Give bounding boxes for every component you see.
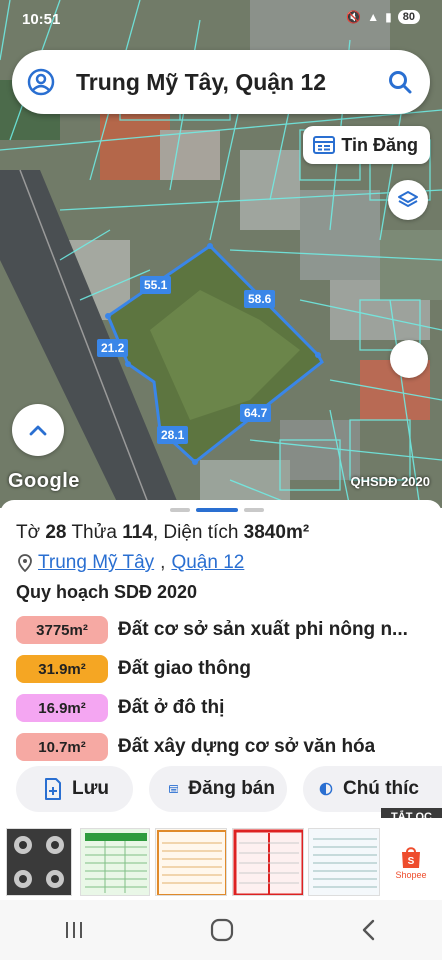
listings-button[interactable]: Tin Đăng	[303, 126, 430, 164]
listing-icon	[313, 136, 336, 154]
dimension-label: 58.6	[244, 290, 276, 308]
area-badge: 3775m²	[16, 616, 108, 644]
page-dot	[244, 508, 264, 512]
dimension-label: 28.1	[157, 426, 189, 444]
plot-number: 114	[122, 522, 153, 543]
map-control-button[interactable]	[390, 340, 428, 378]
search-icon[interactable]	[370, 50, 430, 114]
shopee-bag-icon: S	[402, 847, 420, 868]
recent-apps-icon[interactable]	[62, 919, 86, 941]
ward-link[interactable]: Trung Mỹ Tây	[38, 552, 154, 574]
page-dot-active	[196, 508, 238, 512]
shopee-label: Shopee	[395, 870, 427, 880]
svg-text:S: S	[408, 856, 415, 867]
save-button[interactable]: Lưu	[16, 766, 133, 812]
ad-image-spreadsheet[interactable]	[308, 828, 380, 896]
post-for-sale-label: Đăng bán	[188, 778, 275, 799]
parcel-info-sheet: Tờ 28 Thửa 114, Diện tích 3840m² Trung M…	[0, 500, 442, 818]
map-layer-label: QHSDĐ 2020	[350, 474, 430, 489]
plot-label: Thửa	[71, 522, 117, 543]
location-pin-icon	[18, 554, 32, 572]
sheet-number: 28	[45, 522, 67, 543]
list-item: 10.7m² Đất xây dựng cơ sở văn hóa	[16, 731, 442, 763]
ad-image-eyes[interactable]	[6, 828, 72, 896]
land-use-label: Đất giao thông	[118, 658, 251, 679]
ad-strip: S Shopee	[0, 818, 442, 900]
signal-icon: ▮	[385, 10, 392, 24]
ad-image-table[interactable]	[80, 828, 150, 896]
mute-icon: 🔇	[346, 10, 362, 24]
dimension-label: 21.2	[97, 339, 129, 357]
wifi-icon: ▲	[367, 10, 380, 24]
save-label: Lưu	[72, 778, 109, 799]
area-value: 3840m²	[243, 522, 310, 543]
shopee-ad[interactable]: S Shopee	[386, 828, 436, 896]
battery-icon: 80	[397, 10, 420, 24]
ad-image-price-list[interactable]	[155, 828, 227, 896]
address: Trung Mỹ Tây , Quận 12	[18, 552, 244, 574]
chevron-up-icon	[29, 425, 47, 436]
list-item: 16.9m² Đất ở đô thị	[16, 692, 442, 724]
planning-list: 3775m² Đất cơ sở sản xuất phi nông n... …	[16, 614, 442, 770]
action-bar: Lưu Đăng bán Chú thíc	[16, 766, 442, 812]
half-circle-icon	[319, 782, 333, 796]
user-icon[interactable]	[12, 50, 70, 114]
listing-icon	[168, 785, 179, 793]
dimension-label: 55.1	[140, 276, 172, 294]
dimension-label: 64.7	[240, 404, 272, 422]
land-use-label: Đất ở đô thị	[118, 697, 225, 718]
area-badge: 10.7m²	[16, 733, 108, 761]
post-for-sale-button[interactable]: Đăng bán	[148, 766, 287, 812]
land-use-label: Đất cơ sở sản xuất phi nông n...	[118, 619, 408, 640]
legend-label: Chú thíc	[342, 778, 419, 799]
parcel-summary: Tờ 28 Thửa 114, Diện tích 3840m²	[16, 522, 310, 543]
land-use-label: Đất xây dựng cơ sở văn hóa	[118, 736, 376, 757]
planning-title: Quy hoạch SDĐ 2020	[16, 582, 198, 602]
layers-icon	[398, 191, 418, 207]
expand-up-button[interactable]	[12, 404, 64, 456]
list-item: 31.9m² Đất giao thông	[16, 653, 442, 685]
system-nav-bar	[0, 900, 442, 960]
search-query[interactable]: Trung Mỹ Tây, Quận 12	[70, 69, 370, 96]
layers-button[interactable]	[388, 180, 428, 220]
area-badge: 31.9m²	[16, 655, 108, 683]
status-time: 10:51	[22, 11, 61, 28]
ad-image-red-table[interactable]	[232, 828, 304, 896]
google-logo: Google	[8, 470, 80, 492]
home-icon[interactable]	[209, 917, 235, 943]
status-bar: 10:51 🔇 ▲ ▮ 80	[0, 0, 442, 36]
district-link[interactable]: Quận 12	[171, 552, 244, 574]
map-view[interactable]: 55.1 58.6 21.2 28.1 64.7 10:51 🔇 ▲ ▮ 80 …	[0, 0, 442, 508]
legend-button[interactable]: Chú thíc	[302, 766, 442, 812]
list-item: 3775m² Đất cơ sở sản xuất phi nông n...	[16, 614, 442, 646]
listings-label: Tin Đăng	[341, 134, 418, 155]
area-badge: 16.9m²	[16, 694, 108, 722]
page-indicator	[170, 508, 264, 512]
page-dot	[170, 508, 190, 512]
search-bar[interactable]: Trung Mỹ Tây, Quận 12	[12, 50, 430, 114]
add-document-icon	[45, 778, 61, 800]
back-icon[interactable]	[358, 918, 380, 942]
sheet-label: Tờ	[16, 522, 41, 543]
area-label: Diện tích	[163, 522, 239, 543]
